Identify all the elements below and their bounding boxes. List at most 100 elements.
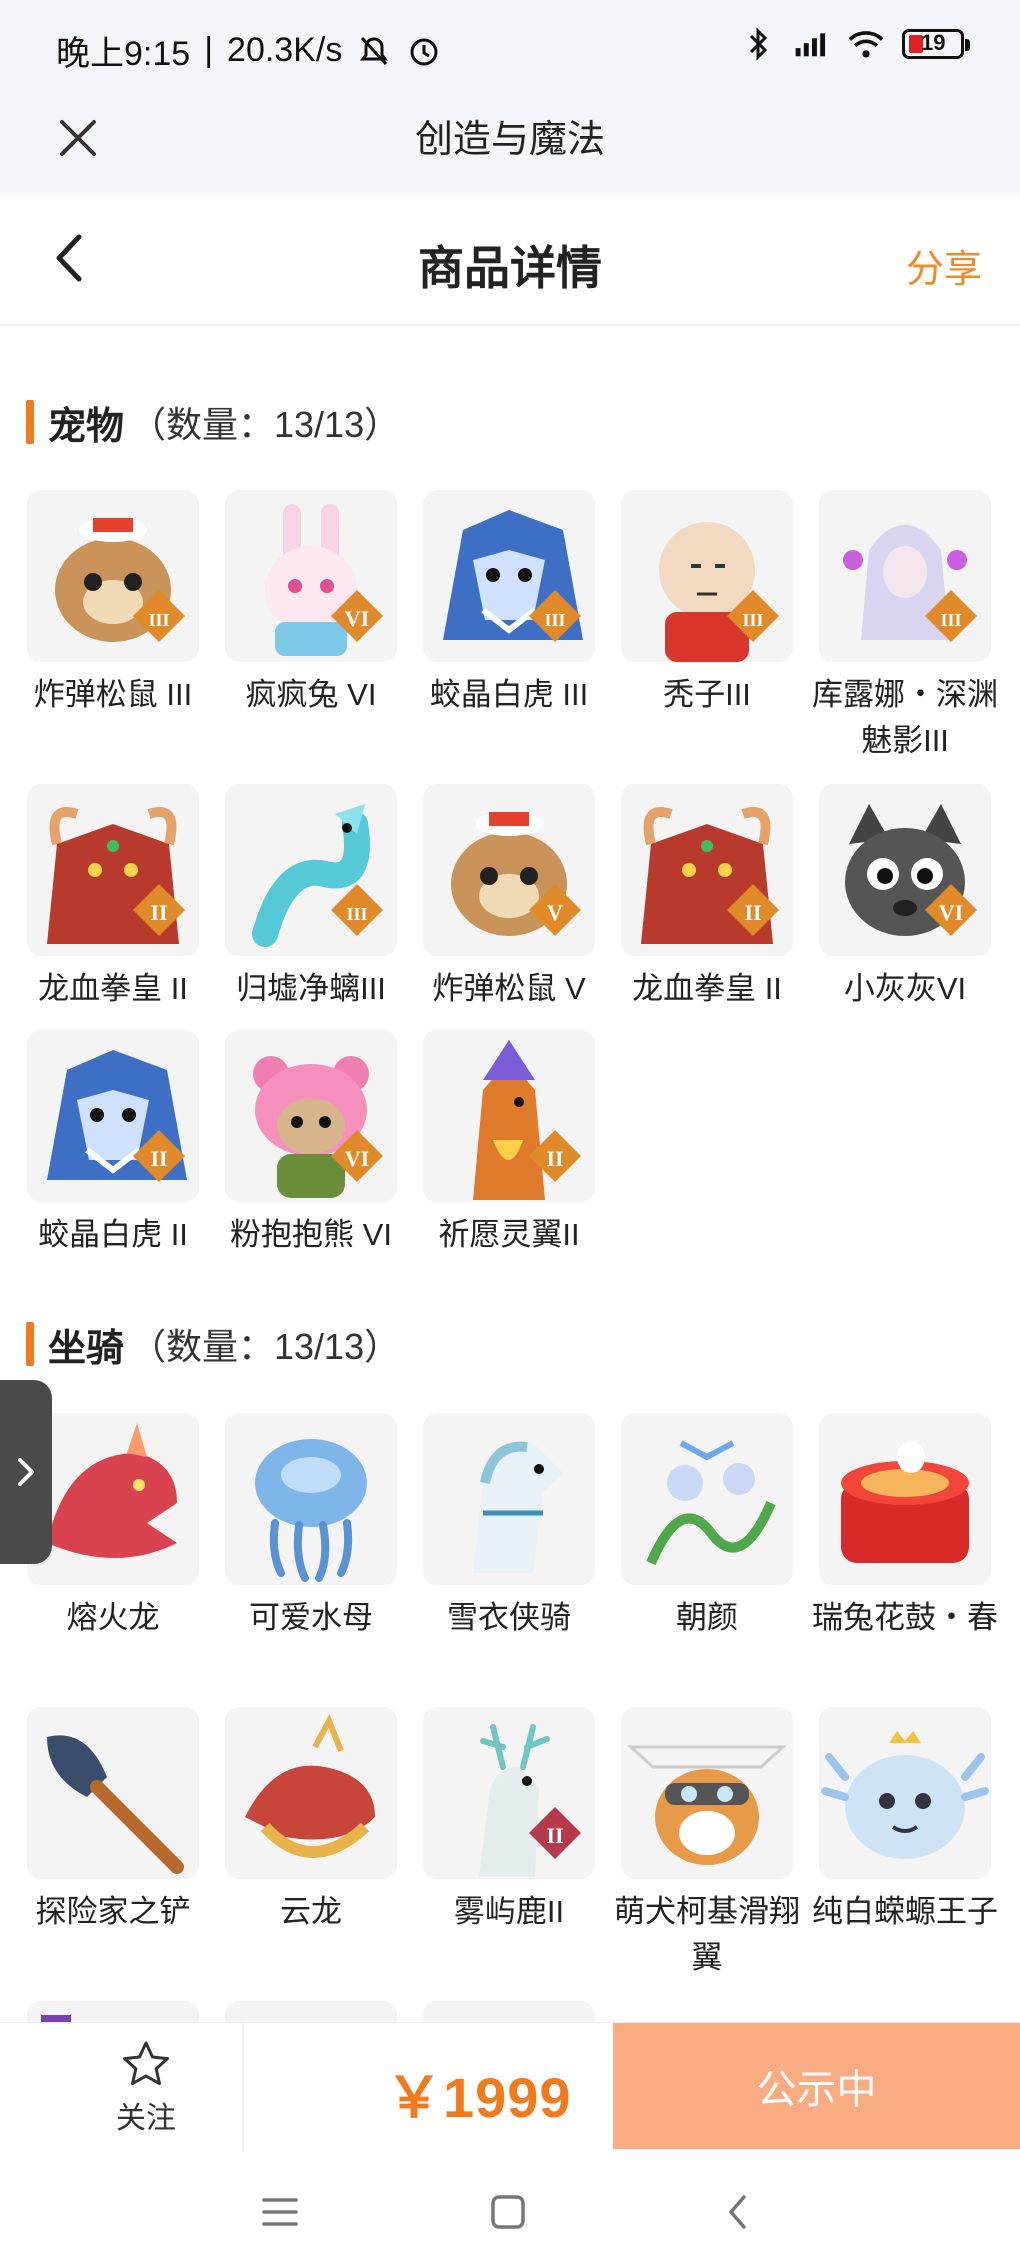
home-button[interactable]	[478, 2182, 538, 2242]
pets-item-label: 炸弹松鼠 III	[33, 677, 193, 712]
pets-item-card[interactable]: VI 疯疯兔 VI	[225, 490, 397, 718]
app-title-bar: 创造与魔法	[0, 96, 1020, 194]
menu-icon	[262, 2198, 298, 2226]
dragon-boxer-icon: II	[621, 784, 793, 956]
mounts-item-label: 探险家之铲	[35, 1894, 191, 1929]
spirit-girl-icon: III	[819, 490, 991, 662]
mounts-item-card[interactable]: 萌犬柯基滑翔翼	[614, 1707, 800, 1981]
mounts-item-card[interactable]: 瑞兔花鼓・春	[812, 1413, 998, 1641]
status-speed: 20.3K/s	[227, 31, 343, 69]
vine-flower-icon	[621, 1413, 793, 1585]
star-icon	[123, 2041, 169, 2086]
svg-text:VI: VI	[345, 606, 369, 631]
dragon-boxer-icon: II	[27, 784, 199, 956]
pets-item-card[interactable]: III 炸弹松鼠 III	[27, 490, 199, 718]
shovel-icon	[27, 1707, 199, 1879]
mounts-item-label: 萌犬柯基滑翔翼	[614, 1894, 800, 1975]
tiger-icon: III	[423, 490, 595, 662]
mounts-item-card[interactable]: 熔火龙	[27, 1413, 199, 1641]
cloud-dragon-icon	[225, 1707, 397, 1879]
pets-item-label: 蛟晶白虎 III	[429, 677, 589, 712]
white-horse-icon	[423, 1413, 595, 1585]
mounts-item-card[interactable]: 探险家之铲	[27, 1707, 199, 1935]
top-area: 晚上9:15 | 20.3K/s 19 创造与魔法	[0, 0, 1020, 194]
pets-item-card[interactable]: III 库露娜・深渊魅影III	[812, 490, 998, 764]
follow-button[interactable]: 关注	[50, 2023, 244, 2153]
svg-text:III: III	[742, 610, 763, 630]
mounts-item-card[interactable]: 朝颜	[621, 1413, 793, 1641]
svg-text:II: II	[744, 900, 761, 925]
pets-item-label: 粉抱抱熊 VI	[230, 1217, 392, 1252]
svg-text:II: II	[150, 1146, 167, 1171]
squirrel-icon: V	[423, 784, 595, 956]
menu-button[interactable]	[250, 2182, 310, 2242]
bluetooth-icon	[740, 26, 776, 62]
mounts-item-label: 纯白蝾螈王子	[812, 1894, 998, 1929]
cyan-dragon-icon: III	[225, 784, 397, 956]
section-accent-bar	[26, 1322, 34, 1366]
gray-wolf-icon: VI	[819, 784, 991, 956]
phoenix-icon: II	[423, 1030, 595, 1202]
pets-section-count: （数量：13/13）	[130, 404, 401, 445]
mounts-item-card[interactable]: 纯白蝾螈王子	[812, 1707, 998, 1935]
pets-item-card[interactable]: VI 小灰灰VI	[819, 784, 991, 1012]
mounts-item-card[interactable]: II 雾屿鹿II	[423, 1707, 595, 1935]
status-bar: 晚上9:15 | 20.3K/s 19	[0, 0, 1020, 96]
fire-dragon-icon	[27, 1413, 199, 1585]
svg-text:III: III	[346, 904, 367, 924]
jellyfish-icon	[225, 1413, 397, 1585]
svg-text:III: III	[148, 610, 169, 630]
squirrel-icon: III	[27, 490, 199, 662]
mounts-item-label: 雪衣侠骑	[447, 1600, 571, 1635]
share-button[interactable]: 分享	[906, 238, 982, 293]
publicity-status-button[interactable]: 公示中	[613, 2023, 1020, 2149]
pets-item-card[interactable]: VI 粉抱抱熊 VI	[225, 1030, 397, 1258]
system-back-button[interactable]	[708, 2182, 768, 2242]
corgi-glider-icon	[621, 1707, 793, 1879]
mounts-item-label: 熔火龙	[66, 1600, 160, 1635]
signal-icon	[794, 26, 830, 62]
battery-icon: 19	[902, 29, 970, 59]
svg-text:V: V	[547, 900, 563, 925]
drum-icon	[819, 1413, 991, 1585]
mounts-item-label: 云龙	[280, 1894, 342, 1929]
mounts-item-label: 雾屿鹿II	[453, 1894, 565, 1929]
pets-item-label: 龙血拳皇 II	[38, 971, 188, 1006]
svg-text:II: II	[150, 900, 167, 925]
svg-text:III: III	[940, 610, 961, 630]
chevron-right-icon	[18, 1458, 34, 1486]
mute-icon	[356, 33, 392, 69]
axolotl-icon	[819, 1707, 991, 1879]
mounts-item-card[interactable]: 可爱水母	[225, 1413, 397, 1641]
pets-item-label: 疯疯兔 VI	[245, 677, 377, 712]
mounts-item-card[interactable]: 云龙	[225, 1707, 397, 1935]
deer-icon: II	[423, 1707, 595, 1879]
pets-item-card[interactable]: III 蛟晶白虎 III	[423, 490, 595, 718]
pets-item-card[interactable]: III 秃子III	[621, 490, 793, 718]
pets-item-card[interactable]: III 归墟净螭III	[225, 784, 397, 1012]
mounts-section-count: （数量：13/13）	[130, 1326, 401, 1367]
pets-item-card[interactable]: V 炸弹松鼠 V	[423, 784, 595, 1012]
page-title: 商品详情	[418, 242, 602, 294]
side-drawer-handle[interactable]	[0, 1380, 52, 1564]
pets-item-label: 祈愿灵翼II	[438, 1217, 580, 1252]
svg-text:VI: VI	[345, 1146, 369, 1171]
pets-item-card[interactable]: II 龙血拳皇 II	[27, 784, 199, 1012]
pets-item-label: 小灰灰VI	[843, 971, 967, 1006]
mounts-item-card[interactable]: 雪衣侠骑	[423, 1413, 595, 1641]
pets-item-card[interactable]: II 蛟晶白虎 II	[27, 1030, 199, 1258]
alarm-icon	[406, 33, 442, 69]
price-text: ￥1999	[386, 2066, 572, 2129]
mounts-section-title: 坐骑	[48, 1327, 125, 1370]
pets-section-title: 宠物	[48, 405, 125, 448]
back-icon	[729, 2195, 746, 2229]
pets-item-card[interactable]: II 祈愿灵翼II	[423, 1030, 595, 1258]
svg-text:II: II	[546, 1146, 563, 1171]
pets-item-card[interactable]: II 龙血拳皇 II	[621, 784, 793, 1012]
mounts-section-header: 坐骑 （数量：13/13）	[26, 1320, 401, 1370]
rabbit-icon: VI	[225, 490, 397, 662]
system-navigation-bar	[0, 2152, 1020, 2267]
mounts-item-label: 瑞兔花鼓・春	[812, 1600, 998, 1635]
page-header: 商品详情 分享	[0, 194, 1020, 326]
pets-item-label: 炸弹松鼠 V	[432, 971, 586, 1006]
